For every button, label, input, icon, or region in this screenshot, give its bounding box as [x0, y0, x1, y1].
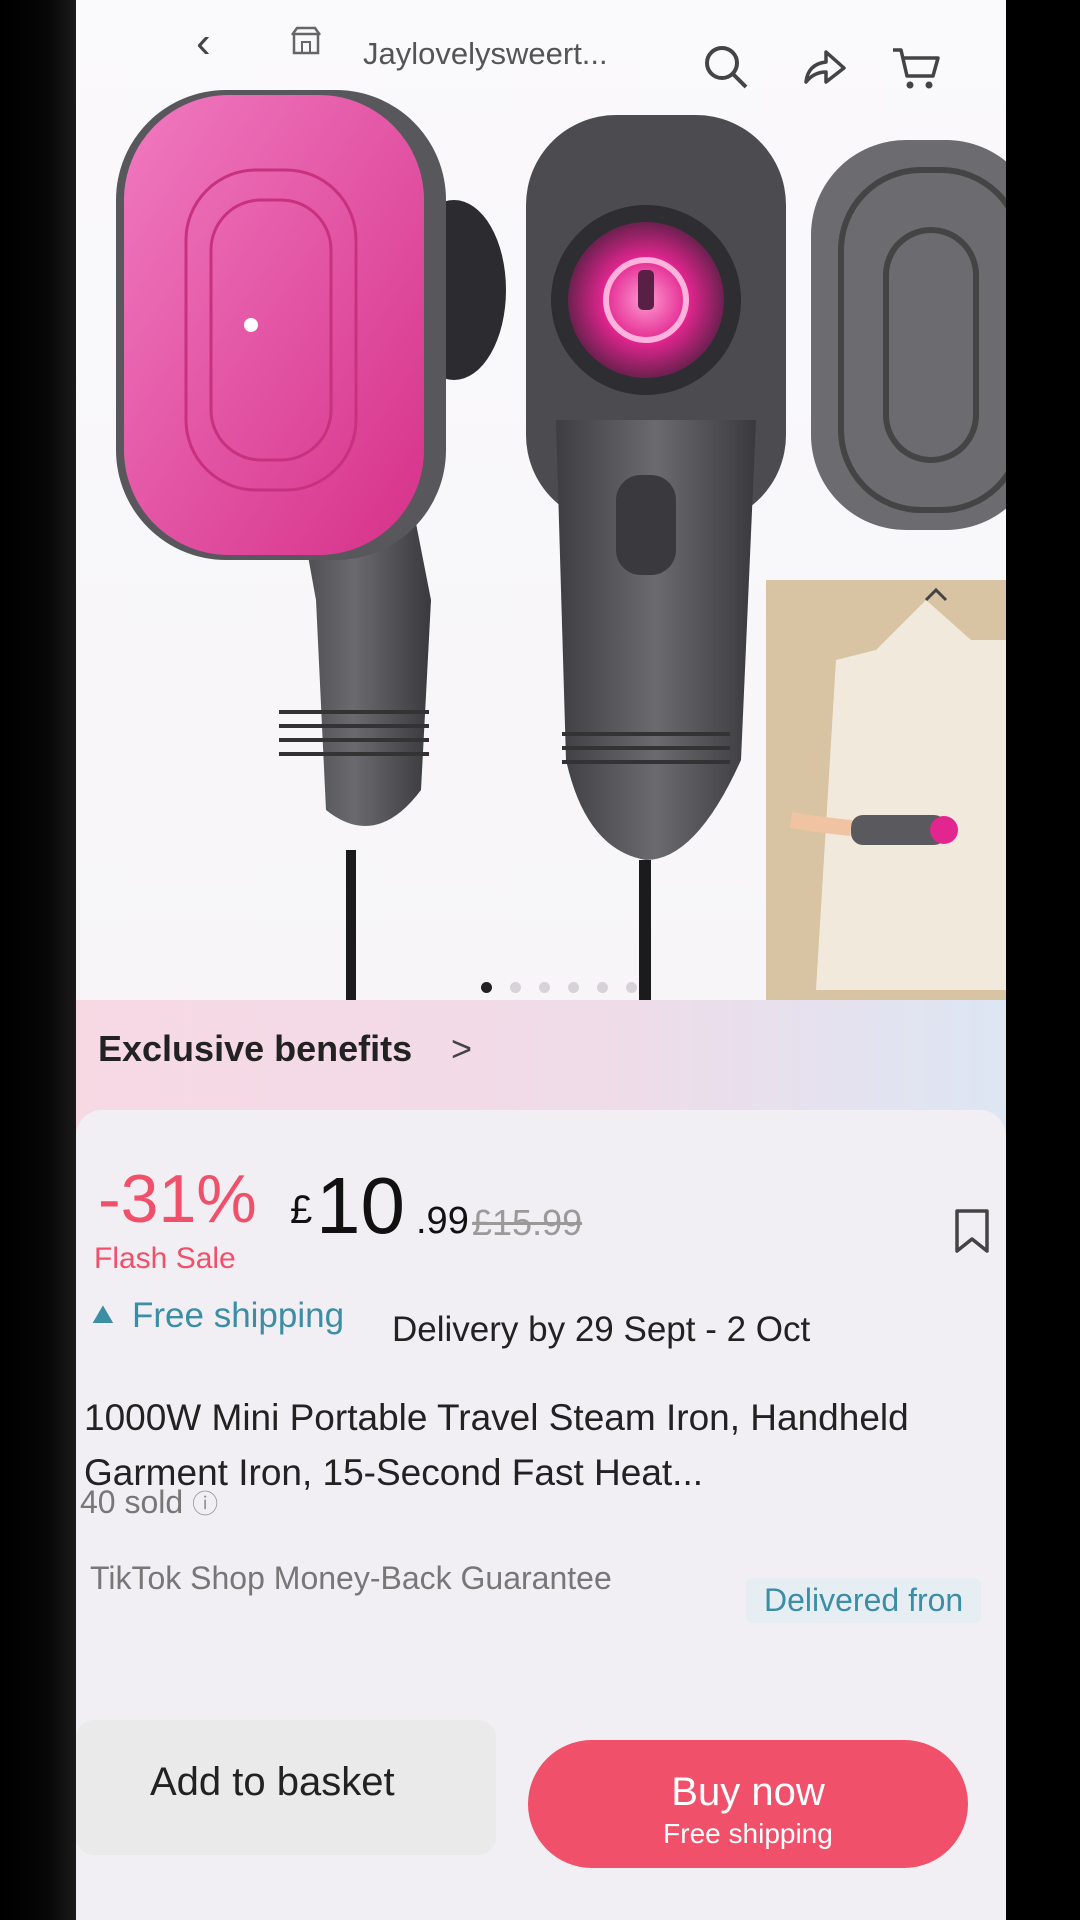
bookmark-icon[interactable] — [952, 1208, 992, 1254]
truck-icon: ⛰ — [92, 1299, 114, 1329]
search-icon[interactable] — [701, 42, 751, 92]
price-decimal: .99 — [416, 1200, 469, 1242]
discount-percent: -31% — [98, 1161, 257, 1237]
price-main: 10 — [316, 1161, 405, 1250]
gallery-dot[interactable] — [568, 982, 579, 993]
product-title[interactable]: 1000W Mini Portable Travel Steam Iron, H… — [84, 1390, 984, 1500]
price-currency: £ — [290, 1188, 313, 1232]
money-back-guarantee-badge[interactable]: TikTok Shop Money-Back Guarantee — [90, 1560, 612, 1597]
sold-count-text: 40 sold — [80, 1484, 184, 1520]
top-navigation-bar: ‹ Jaylovelysweert... — [76, 0, 1006, 120]
info-icon[interactable]: ⓘ — [192, 1489, 218, 1519]
delivery-estimate: Delivery by 29 Sept - 2 Oct — [392, 1310, 811, 1349]
flash-sale-label: Flash Sale — [94, 1242, 236, 1275]
delivered-from-badge[interactable]: Delivered fron — [746, 1578, 982, 1623]
cart-icon[interactable] — [891, 42, 941, 92]
buy-now-label: Buy now — [671, 1770, 825, 1814]
phone-bezel-right — [1006, 0, 1080, 1920]
steam-iron-base-image — [811, 140, 1006, 530]
phone-bezel-left — [0, 0, 76, 1920]
share-icon[interactable] — [798, 42, 848, 92]
shirt-steaming-photo — [766, 580, 1006, 1020]
free-shipping-label: Free shipping — [132, 1296, 345, 1335]
original-price: £15.99 — [472, 1202, 583, 1243]
steam-iron-pink-pad-image — [116, 90, 506, 1010]
sold-count: 40 sold ⓘ — [80, 1484, 218, 1521]
steam-iron-front-image — [526, 115, 786, 1010]
shop-name[interactable]: Jaylovelysweert... — [363, 36, 608, 72]
buy-now-button[interactable]: Buy now Free shipping — [528, 1740, 968, 1868]
gallery-dot[interactable] — [626, 982, 637, 993]
add-to-basket-button[interactable]: Add to basket — [76, 1720, 496, 1855]
product-images — [116, 90, 1006, 1020]
chevron-right-icon: > — [451, 1028, 473, 1069]
gallery-dot[interactable] — [510, 982, 521, 993]
gallery-dot[interactable] — [539, 982, 550, 993]
exclusive-benefits-label: Exclusive benefits — [98, 1028, 413, 1069]
buy-now-sublabel: Free shipping — [663, 1818, 833, 1849]
shop-icon[interactable] — [291, 26, 321, 56]
product-image-gallery[interactable] — [76, 0, 1006, 1020]
add-to-basket-label: Add to basket — [150, 1760, 395, 1804]
gallery-dot[interactable] — [597, 982, 608, 993]
chevron-left-icon[interactable]: ‹ — [196, 18, 211, 68]
product-screen: ‹ Jaylovelysweert... Exclusive benefits … — [76, 0, 1006, 1920]
gallery-dot[interactable] — [481, 982, 492, 993]
gallery-pagination — [481, 982, 637, 993]
